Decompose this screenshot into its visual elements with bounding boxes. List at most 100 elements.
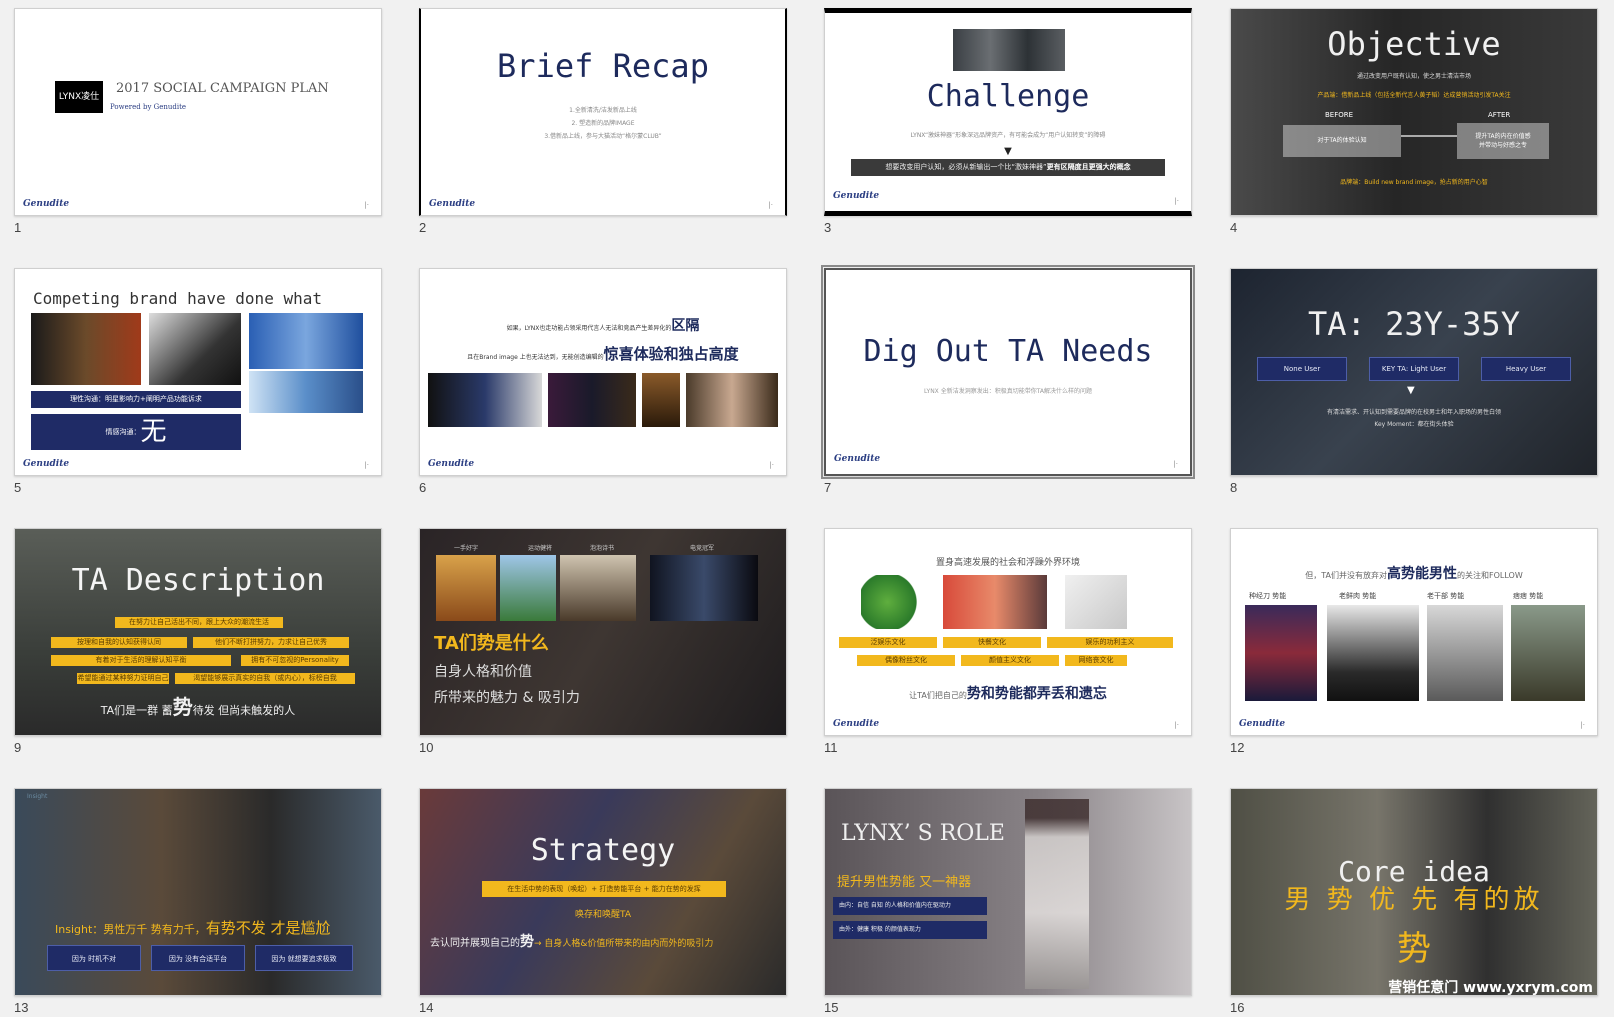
slide-thumbnail-6[interactable]: 如果，LYNX也走功能占领采用代言人无法和竞品产生差异化的区隔 且在Brand … (419, 268, 787, 476)
slide-line: 提升男性势能 又一神器 (837, 875, 972, 890)
slide-thumbnail-3[interactable]: Challenge LYNX“激妹神器”形象深远品牌资产，有可能会成为“用户认知… (824, 8, 1192, 216)
genudite-logo: Genudite (23, 199, 70, 209)
core-idea-line: 男 势 优 先 有的放 (1284, 885, 1544, 915)
reason-box: 因为 没有合适平台 (151, 945, 245, 971)
slide-line: 产品端：借新品上线（包括全新代言人黄子韬）达成营销活动引发TA关注 (1317, 92, 1511, 99)
lynx-logo: LYNX凌仕 (55, 81, 103, 113)
slide-line: Insight (27, 793, 48, 800)
ad-photo (642, 373, 680, 427)
slide-title: Strategy (530, 833, 676, 868)
slide-thumbnail-14[interactable]: Strategy 在生活中势的表现（唤起）+ 打造势能平台 + 能力在势的发挥 … (419, 788, 787, 996)
pepe-photo (861, 575, 927, 629)
slide-thumbnail-4[interactable]: Objective 通过改变用户既有认知，使之男士清洁市场 产品端：借新品上线（… (1230, 8, 1598, 216)
page-mark: |· (1580, 721, 1585, 729)
slide-line: 唤存和唤醒TA (575, 910, 631, 920)
arrow-down-icon: ▼ (1407, 385, 1415, 396)
page-mark: |· (768, 201, 773, 209)
slide-line: 有清洁需求、开认知到需要品牌的在校男士和年入职场的男性白领 (1326, 409, 1501, 416)
football-photo (500, 555, 556, 621)
trait-bar: 拥有不可忽视的Personality (241, 655, 349, 666)
genudite-logo: Genudite (834, 454, 881, 464)
slide-title: TA Description (71, 563, 325, 598)
slide-line: TA们是一群 蓄势待发 但尚未触发的人 (100, 695, 296, 719)
after-box: 提升TA的内在价值感 并带动与好感之专 (1457, 123, 1549, 159)
slide-line: 且在Brand image 上也无法达到，无能创造编辑的惊喜体验和独占高度 (467, 345, 739, 363)
slide-line: 置身高速发展的社会和浮躁外界环境 (935, 558, 1080, 568)
photo-caption: 泡泡诗书 (590, 545, 615, 552)
slide-title: Brief Recap (497, 47, 709, 85)
calligraphy-photo (436, 555, 496, 621)
heavy-user-tab: Heavy User (1481, 357, 1571, 381)
slide-thumbnail-9[interactable]: TA Description 在努力让自己活出不同，跟上大众的潮流生活 按理和自… (14, 528, 382, 736)
slide-thumbnail-1[interactable]: LYNX凌仕 2017 SOCIAL CAMPAIGN PLAN Powered… (14, 8, 382, 216)
slide-thumbnail-5[interactable]: Competing brand have done what 理性沟通：明星影响… (14, 268, 382, 476)
trait-bar: 有着对于生活的理解认知平衡 (51, 655, 231, 666)
slide-line: Insight：男性万千 势有力千，有势不发 才是尴尬 (55, 919, 331, 937)
actor-photo (1511, 605, 1585, 701)
photo-caption: 一手好字 (454, 545, 479, 552)
esports-photo (650, 555, 758, 621)
slide-line: 品牌端：Build new brand image，抢占新的用户心智 (1340, 179, 1488, 186)
page-mark: |· (1174, 721, 1179, 729)
slide-thumbnail-10[interactable]: 一手好字 运动健将 泡泡诗书 电竞冠军 TA们势是什么 自身人格和价值 所带来的… (419, 528, 787, 736)
slide-subtitle: Powered by Genudite (110, 103, 187, 111)
slide-title: LYNX’ S ROLE (841, 821, 1005, 846)
culture-tag: 颜值主义文化 (961, 655, 1059, 666)
actor-photo (1327, 605, 1419, 701)
slide-line: 3.借新品上线，参与大猫活动“格尔蒙CLUB” (544, 133, 662, 140)
slide-thumbnail-15[interactable]: LYNX’ S ROLE 提升男性势能 又一神器 由内：自信 自知 的人格和价值… (824, 788, 1192, 996)
page-mark: |· (1174, 197, 1179, 205)
page-mark: |· (1173, 460, 1178, 468)
slide-line: 1.全新清洗/洁发新品上线 (569, 107, 637, 114)
slide-line: LYNX 全新洁发洞察发出：积极真切能带你TA解决什么样的问题 (923, 388, 1093, 395)
ad-photo (428, 373, 542, 427)
photo-caption: 痞痞 势能 (1513, 592, 1544, 600)
slide-thumbnail-12[interactable]: 但，TA们并没有放弃对高势能男性的关注和FOLLOW 种经刀 势能 老鲜肉 势能… (1230, 528, 1598, 736)
meme-photo (1065, 575, 1127, 629)
strategy-bar: 在生活中势的表现（唤起）+ 打造势能平台 + 能力在势的发挥 (482, 881, 726, 897)
before-box: 对于TA的体验认知 (1283, 125, 1401, 157)
key-ta-tab: KEY TA: Light User (1369, 357, 1459, 381)
ad-photo (149, 313, 241, 385)
slide-title: Challenge (926, 79, 1090, 114)
actor-photo (1427, 605, 1503, 701)
genudite-logo: Genudite (429, 199, 476, 209)
trait-bar: 希望能通过某种努力证明自己 (77, 673, 169, 684)
crowd-photo (953, 29, 1065, 71)
culture-tag: 偶像粉丝文化 (857, 655, 955, 666)
slide-title: TA们势是什么 (434, 633, 549, 654)
genudite-logo: Genudite (428, 459, 475, 469)
slide-line: 但，TA们并没有放弃对高势能男性的关注和FOLLOW (1305, 566, 1523, 582)
slide-thumbnail-13[interactable]: Insight Insight：男性万千 势有力千，有势不发 才是尴尬 因为 时… (14, 788, 382, 996)
slide-thumbnail-11[interactable]: 置身高速发展的社会和浮躁外界环境 泛娱乐文化 快餐文化 娱乐的功利主义 偶像粉丝… (824, 528, 1192, 736)
slide-thumbnail-8[interactable]: TA: 23Y-35Y None User KEY TA: Light User… (1230, 268, 1598, 476)
slide-line: 通过改变用户既有认知，使之男士清洁市场 (1356, 73, 1471, 80)
slide-thumbnail-7[interactable]: Dig Out TA Needs LYNX 全新洁发洞察发出：积极真切能带你TA… (821, 265, 1195, 479)
genudite-logo: Genudite (833, 719, 880, 729)
rational-bar: 理性沟通：明星影响力+阐明产品功能诉求 (31, 391, 241, 408)
trait-bar: 在努力让自己活出不同，跟上大众的潮流生活 (115, 617, 283, 628)
guitar-photo (560, 555, 636, 621)
slide-number: 7 (824, 480, 832, 495)
slide-title: Dig Out TA Needs (863, 334, 1153, 369)
slide-number: 2 (419, 220, 427, 235)
page-mark: |· (364, 201, 369, 209)
slide-number: 5 (14, 480, 22, 495)
idol-photo (943, 575, 1047, 629)
slide-number: 11 (824, 740, 838, 755)
ad-photo (249, 371, 363, 413)
culture-tag: 网络丧文化 (1065, 655, 1127, 666)
slide-line: 2. 塑造新的品牌IMAGE (571, 120, 635, 127)
slide-thumbnail-16[interactable]: Core idea 男 势 优 先 有的放 势 营销任意门 www.yxrym.… (1230, 788, 1598, 996)
photo-caption: 运动健将 (528, 545, 553, 552)
slide-number: 4 (1230, 220, 1238, 235)
slide-thumbnail-2[interactable]: Brief Recap 1.全新清洗/洁发新品上线 2. 塑造新的品牌IMAGE… (419, 8, 787, 216)
slide-number: 9 (14, 740, 22, 755)
ad-photo (31, 313, 141, 385)
emotional-bar: 情感沟通：无 (31, 414, 241, 450)
ad-photo (249, 313, 363, 369)
genudite-logo: Genudite (833, 191, 880, 201)
slide-number: 1 (14, 220, 22, 235)
slide-line: 如果，LYNX也走功能占领采用代言人无法和竞品产生差异化的区隔 (506, 318, 700, 334)
arrow-down-icon: ▼ (1004, 146, 1012, 157)
